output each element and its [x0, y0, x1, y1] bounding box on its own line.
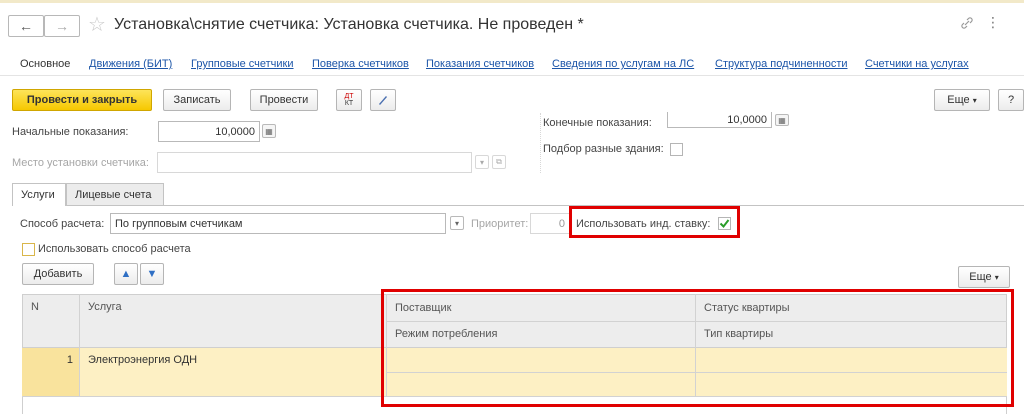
initial-readings-label: Начальные показания:: [12, 126, 129, 138]
calc-method-label: Способ расчета:: [20, 218, 105, 230]
move-up-button[interactable]: ▲: [114, 263, 138, 285]
use-ind-rate-checkbox[interactable]: [718, 217, 731, 230]
tab-meter-verification[interactable]: Поверка счетчиков: [312, 58, 409, 70]
edit-pen-button[interactable]: [370, 89, 396, 111]
kt-label: КТ: [344, 100, 354, 107]
toolbar-more-button[interactable]: Еще ▾: [934, 89, 990, 111]
calc-method-dropdown-icon[interactable]: ▾: [450, 216, 464, 230]
tab-main[interactable]: Основное: [20, 58, 70, 70]
section-tabs-line: [12, 205, 1024, 206]
link-icon[interactable]: [960, 16, 974, 33]
table-more-label: Еще: [969, 271, 992, 283]
dt-kt-button[interactable]: ДТ КТ: [336, 89, 362, 111]
calculator-icon-2[interactable]: ▦: [775, 114, 789, 126]
install-place-label: Место установки счетчика:: [12, 157, 149, 169]
forward-button[interactable]: →: [44, 15, 80, 37]
header-service[interactable]: Услуга: [80, 298, 122, 316]
tab-service-meters[interactable]: Счетчики на услугах: [865, 58, 969, 70]
dt-label: ДТ: [344, 93, 354, 100]
open-link-icon[interactable]: ⧉: [492, 155, 506, 169]
column-divider: [540, 113, 541, 173]
calculator-icon[interactable]: ▦: [262, 124, 276, 138]
install-place-input[interactable]: [157, 152, 472, 173]
tab-service-info[interactable]: Сведения по услугам на ЛС: [552, 58, 694, 70]
table-more-button[interactable]: Еще ▾: [958, 266, 1010, 288]
final-readings-input[interactable]: 10,0000: [667, 112, 772, 128]
post-and-close-button[interactable]: Провести и закрыть: [12, 89, 152, 111]
priority-label: Приоритет:: [471, 218, 529, 230]
more-menu-icon[interactable]: ⋮: [986, 14, 1000, 31]
tab-accounts[interactable]: Лицевые счета: [66, 183, 164, 205]
tab-services[interactable]: Услуги: [12, 183, 66, 206]
checkmark-icon: [719, 219, 730, 229]
final-readings-label: Конечные показания:: [543, 117, 652, 129]
use-calc-method-label: Использовать способ расчета: [38, 243, 191, 255]
pen-icon: [379, 96, 387, 105]
arrow-down-icon: ▼: [146, 268, 158, 280]
initial-readings-input[interactable]: 10,0000: [158, 121, 260, 142]
dropdown-icon[interactable]: ▾: [475, 155, 489, 169]
different-buildings-label: Подбор разные здания:: [543, 143, 664, 155]
save-button[interactable]: Записать: [163, 89, 231, 111]
header-n[interactable]: N: [23, 298, 39, 316]
tab-subordination[interactable]: Структура подчиненности: [715, 58, 848, 70]
top-accent-line: [0, 0, 1024, 3]
different-buildings-checkbox[interactable]: [670, 143, 683, 156]
row-number: 1: [66, 354, 73, 366]
priority-input[interactable]: 0: [530, 213, 570, 234]
chevron-down-icon-2: ▾: [994, 272, 999, 282]
back-button[interactable]: ←: [8, 15, 44, 37]
chevron-down-icon: ▾: [972, 95, 977, 105]
tab-meter-readings[interactable]: Показания счетчиков: [426, 58, 534, 70]
move-down-button[interactable]: ▼: [140, 263, 164, 285]
arrow-left-icon: ←: [19, 18, 33, 34]
highlight-table-columns: [381, 289, 1014, 407]
favorite-star-icon[interactable]: ☆: [88, 12, 106, 37]
use-calc-method-checkbox[interactable]: [22, 243, 35, 256]
page-title: Установка\снятие счетчика: Установка сче…: [114, 16, 584, 33]
row-service[interactable]: Электроэнергия ОДН: [80, 351, 197, 369]
arrow-right-icon: →: [55, 18, 69, 34]
help-button[interactable]: ?: [998, 89, 1024, 111]
post-button[interactable]: Провести: [250, 89, 318, 111]
toolbar-more-label: Еще: [947, 94, 970, 106]
arrow-up-icon: ▲: [120, 268, 132, 280]
add-button[interactable]: Добавить: [22, 263, 94, 285]
use-ind-rate-label: Использовать инд. ставку:: [576, 218, 711, 230]
calc-method-input[interactable]: По групповым счетчикам: [110, 213, 446, 234]
tab-movements[interactable]: Движения (БИТ): [89, 58, 172, 70]
tab-group-meters[interactable]: Групповые счетчики: [191, 58, 294, 70]
